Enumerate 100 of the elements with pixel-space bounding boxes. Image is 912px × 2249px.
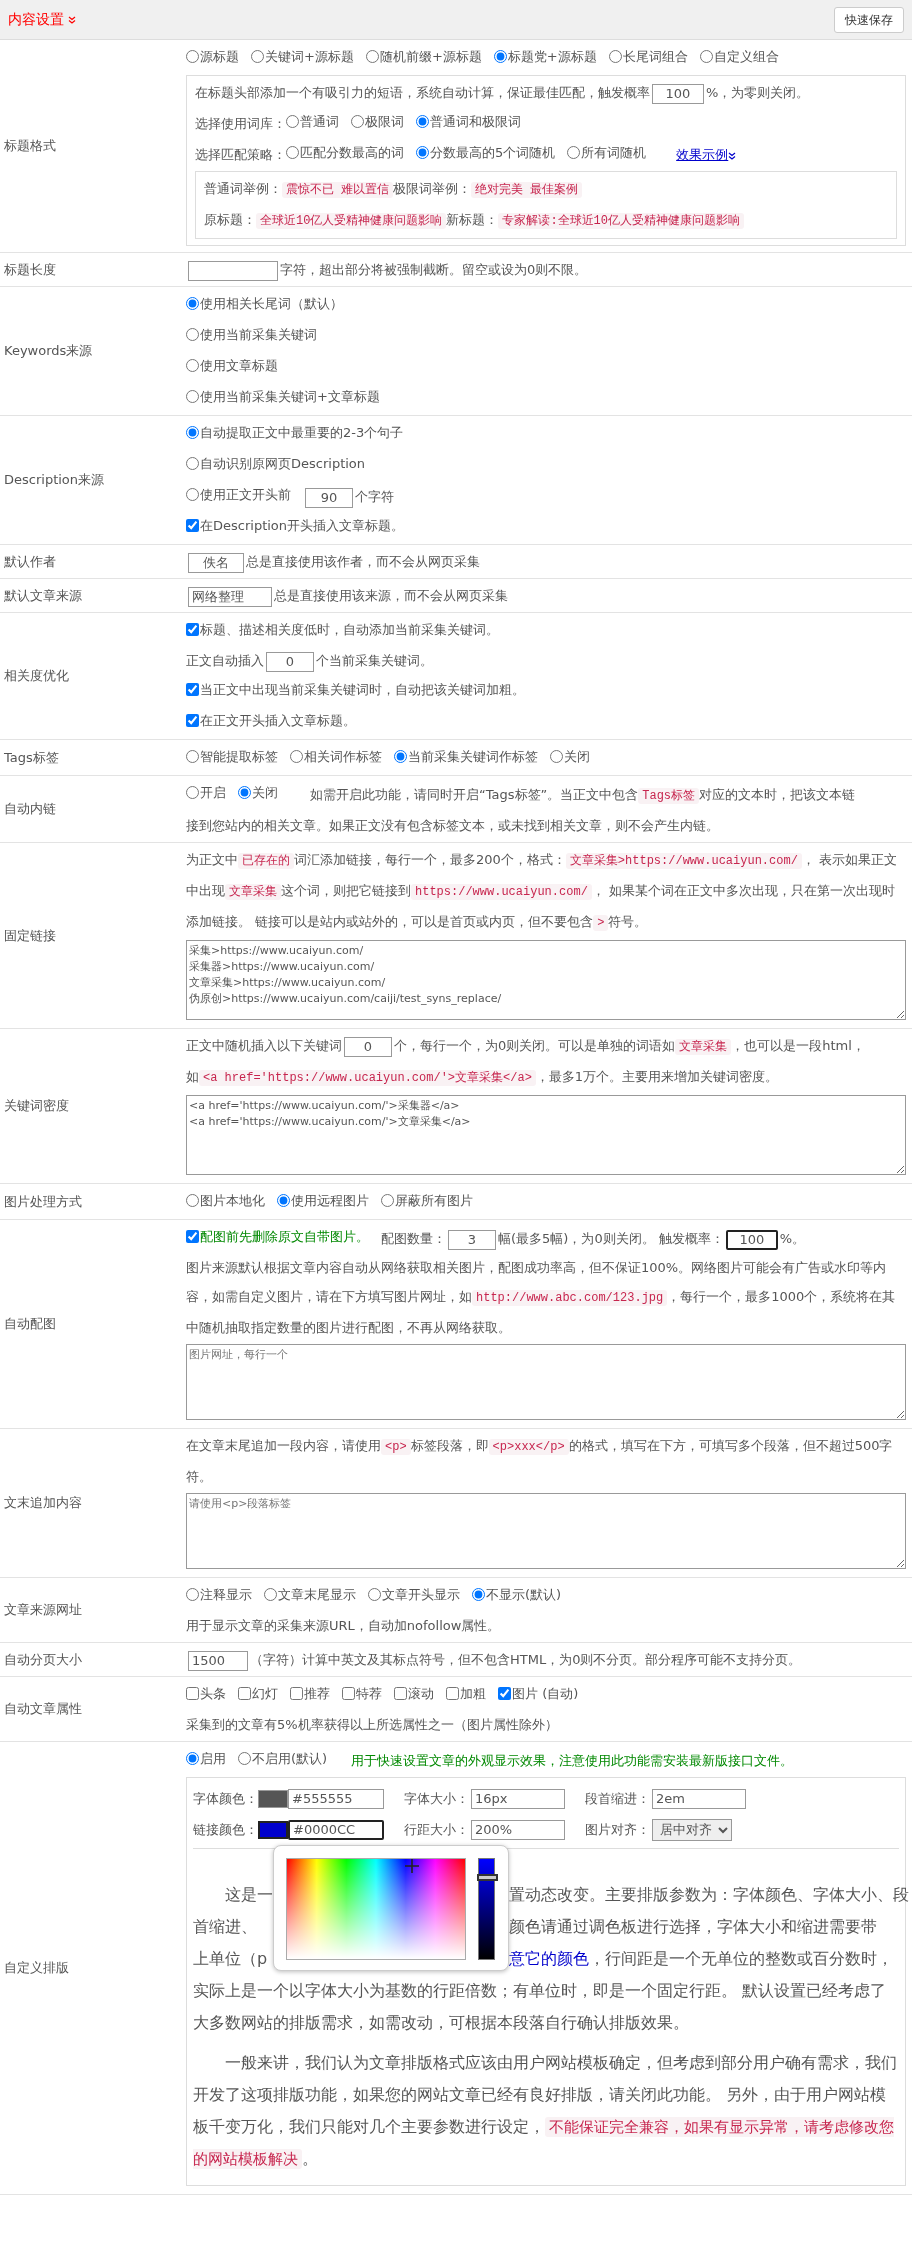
checkbox[interactable] [394,1687,407,1700]
radio-button[interactable] [186,1588,199,1601]
hint-text: 个，每行一个，为0则关闭。可以是单独的词语如 文章采集 ，也可以是一段html， [394,1038,865,1053]
text-field[interactable]: 16px [471,1788,565,1809]
radio-button[interactable] [277,1194,290,1207]
preview-link[interactable]: 意它的颜色 [509,1949,589,1968]
radio-button[interactable] [472,1588,485,1601]
text-field[interactable]: 1500 [188,1650,248,1671]
color-swatch[interactable] [258,1820,288,1839]
text-field[interactable]: 2em [652,1788,746,1809]
text-field[interactable] [188,260,278,281]
radio-button[interactable] [186,50,199,63]
option-label: 使用远程图片 [291,1192,369,1210]
radio-button[interactable] [699,50,713,63]
checkbox[interactable] [186,1230,199,1243]
checkbox[interactable] [290,1687,303,1700]
option-label: 长尾词组合 [622,48,688,66]
note-text: 用于快速设置文章的外观显示效果，注意使用此功能需安装最新版接口文件。 [351,1753,794,1768]
text-area[interactable]: 采集>https://www.ucaiyun.com/ 采集器>https://www.ucaiyun.com/ 文章采集>https://www.ucaiyun.com/ 伪原创>https://www.ucaiyun.com/caiji/test_syns_replace/ [186,940,906,1020]
radio-button[interactable] [567,146,581,159]
align-select[interactable]: 居中对齐 [652,1818,732,1841]
radio-button[interactable] [394,750,407,763]
radio-button[interactable] [351,115,364,128]
option-label: 图片本地化 [200,1192,265,1210]
radio-button[interactable] [416,115,429,128]
radio-button[interactable] [186,786,199,799]
radio-button[interactable] [251,50,264,63]
radio-button[interactable] [186,359,199,372]
option-label: 智能提取标签 [200,748,278,766]
option-label: 开启 [200,784,226,802]
text-field[interactable]: 90 [305,487,353,508]
section-title[interactable]: 内容设置 [8,9,64,30]
checkbox[interactable] [186,683,199,696]
radio-button[interactable] [186,328,199,341]
field-label: 自定义排版 [3,1959,70,1978]
text-field[interactable]: 0 [266,651,314,672]
text-field[interactable]: 100 [652,83,704,104]
text-field[interactable]: 100 [725,1229,778,1250]
radio-button[interactable] [186,426,199,439]
radio-button[interactable] [290,750,303,763]
radio-button[interactable] [186,457,199,470]
text-field[interactable]: 佚名 [188,552,244,573]
radio-button[interactable] [186,390,199,403]
radio-button[interactable] [186,1194,199,1207]
option-label: 使用正文开头前 [200,486,291,504]
radio-button[interactable] [608,50,622,63]
hint-text: 个字符 [355,489,394,504]
text-field[interactable]: 0 [344,1036,392,1057]
color-swatch[interactable] [258,1789,288,1808]
text-area[interactable]: 请使用<p>段落标签 [186,1493,906,1569]
option-label: 使用当前采集关键词+文章标题 [200,388,380,406]
color-field[interactable]: #0000CC [288,1819,384,1840]
text-field[interactable]: 网络整理 [188,586,272,607]
radio-button[interactable] [365,50,379,63]
radio-button[interactable] [238,786,251,799]
checkbox[interactable] [342,1687,355,1700]
text-field[interactable]: 200% [471,1819,565,1840]
radio-button[interactable] [286,146,299,159]
option-label: 当前采集关键词作标签 [408,748,538,766]
example-link[interactable]: 效果示例 [676,147,737,162]
radio-button[interactable] [493,50,507,63]
option-label: 匹配分数最高的词 [300,144,404,162]
radio-button[interactable] [368,1588,381,1601]
field-label: 图片处理方式 [3,1192,83,1211]
text-area[interactable]: <a href='https://www.ucaiyun.com/'>采集器</a> <a href='https://www.ucaiyun.com/'>文章采集</a> [186,1095,906,1175]
save-button[interactable]: 快速保存 [834,6,904,33]
chevron-icon [728,151,737,160]
slider-handle[interactable] [477,1874,498,1881]
radio-button[interactable] [264,1588,277,1601]
checkbox[interactable] [186,623,199,636]
radio-button[interactable] [550,750,563,763]
radio-button[interactable] [286,115,299,128]
color-picker[interactable] [273,1845,509,1971]
radio-button[interactable] [186,1752,199,1765]
field-caption: 字体大小： [404,1790,469,1808]
radio-button[interactable] [186,750,199,763]
color-slider[interactable] [478,1858,495,1960]
field-label: Keywords来源 [3,342,94,361]
option-label: 注释显示 [200,1586,252,1604]
text-field[interactable]: 3 [448,1229,496,1250]
text-area[interactable]: 图片网址，每行一个 [186,1344,906,1420]
checkbox[interactable] [186,714,199,727]
radio-button[interactable] [186,488,199,501]
field-label: Tags标签 [3,748,60,767]
checkbox[interactable] [186,1687,199,1700]
hint-text: 总是直接使用该来源，而不会从网页采集 [274,588,508,603]
color-gradient[interactable] [286,1858,466,1960]
checkbox[interactable] [186,519,199,532]
checkbox[interactable] [498,1687,511,1700]
checkbox[interactable] [238,1687,251,1700]
radio-button[interactable] [381,1194,394,1207]
color-field[interactable]: #555555 [288,1788,384,1809]
checkbox[interactable] [446,1687,459,1700]
radio-button[interactable] [186,297,199,310]
option-label: 使用当前采集关键词 [200,326,317,344]
radio-button[interactable] [416,146,429,159]
hint-text: 配图数量： [381,1231,446,1246]
preview-text: 这是一 [224,1884,273,1906]
option-label: 文章开头显示 [382,1586,460,1604]
radio-button[interactable] [238,1752,251,1765]
